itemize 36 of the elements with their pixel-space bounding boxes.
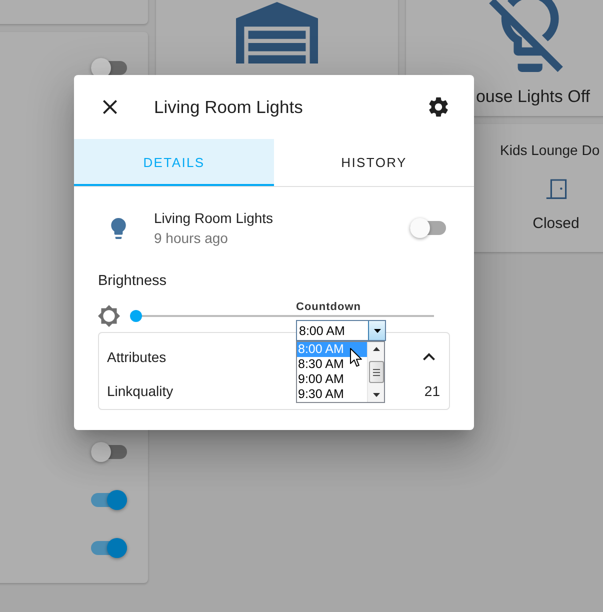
attribute-value: 21 [424,382,441,401]
slider-thumb[interactable] [130,310,142,322]
countdown-select[interactable]: 8:00 AM [296,320,386,341]
settings-icon [428,97,448,117]
last-changed: 9 hours ago [154,229,229,248]
caret-down-icon [374,328,380,332]
attribute-name: Linkquality [107,382,174,401]
scroll-up-icon[interactable] [372,347,380,351]
toggle-switch[interactable] [91,490,127,510]
toggle-switch[interactable] [91,442,127,462]
lightbulb-icon [110,218,126,238]
toggle-switch[interactable] [91,538,127,558]
close-icon [103,100,117,114]
dropdown-button[interactable] [368,321,385,340]
entity-name: Living Room Lights [154,209,274,228]
attributes-title: Attributes [107,349,166,365]
scene-name: ouse Lights Off [476,86,591,108]
grip-icon [372,368,380,376]
lightbulb-off-icon [489,0,563,72]
dropdown-option[interactable]: 9:00 AM [297,372,367,387]
dialog-title: Living Room Lights [154,96,304,118]
brightness-label: Brightness [98,272,168,290]
brightness-icon [98,305,120,327]
dropdown-option[interactable]: 9:30 AM [297,387,367,402]
dropdown-option[interactable]: 8:30 AM [297,357,367,372]
garage-icon [236,2,318,64]
scroll-down-icon[interactable] [372,393,380,397]
door-icon [546,179,566,199]
mouse-pointer-icon [350,348,362,367]
toggle-switch[interactable] [91,58,127,78]
door-name: Kids Lounge Do [500,141,600,160]
scroll-thumb[interactable] [368,361,384,383]
countdown-label: Countdown [296,301,362,314]
toggle-switch[interactable] [410,218,446,238]
scrollbar[interactable] [367,342,384,402]
door-state: Closed [532,214,580,234]
